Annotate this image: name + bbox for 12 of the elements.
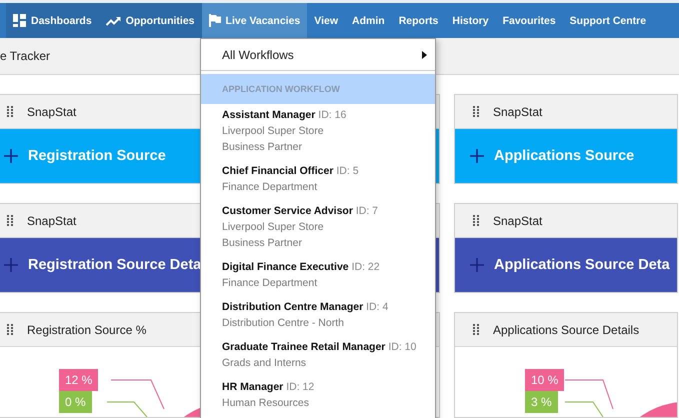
card-header-title: Registration Source %	[27, 322, 146, 336]
percent-label: 12 %	[59, 369, 98, 391]
card-header-title: SnapStat	[493, 104, 542, 118]
card-header-title: SnapStat	[27, 214, 76, 228]
card-header-title: SnapStat	[493, 214, 542, 228]
card-header-title: Applications Source Details	[493, 322, 640, 336]
percent-label: 10 %	[525, 369, 564, 391]
section-heading: APPLICATION WORKFLOW	[201, 74, 435, 104]
breadcrumb-text: e Tracker	[0, 49, 50, 63]
percent-label: 0 %	[59, 391, 92, 413]
card-header-title: SnapStat	[27, 104, 76, 118]
percent-label: 3 %	[525, 391, 558, 413]
